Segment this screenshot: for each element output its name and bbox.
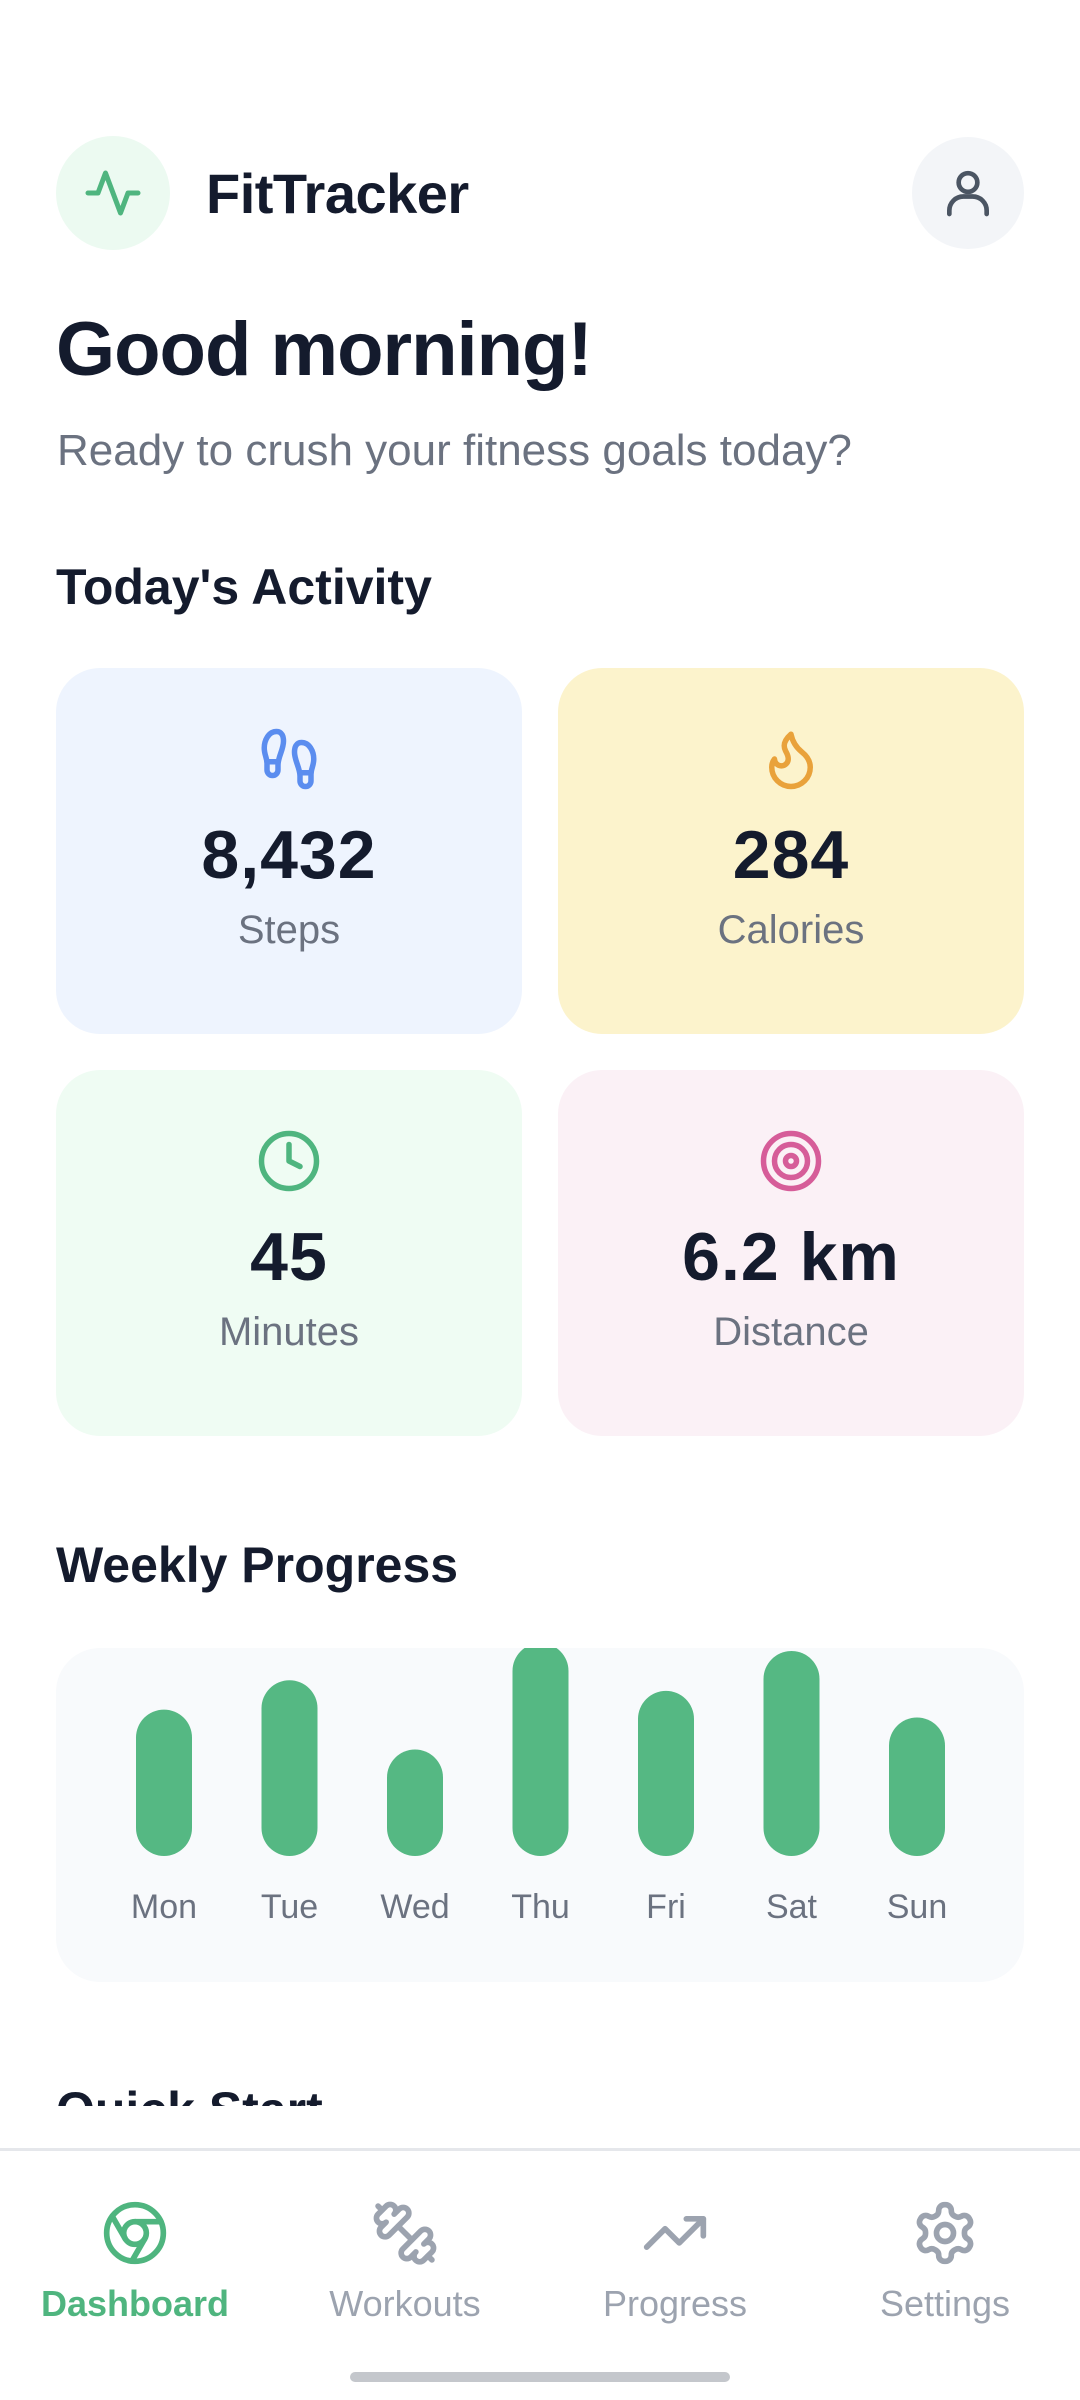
minutes-label: Minutes [218, 1310, 360, 1354]
distance-label: Distance [713, 1310, 869, 1354]
clock-icon [254, 1126, 324, 1196]
bottom-nav: Dashboard Workouts Progress Settings [0, 2148, 1080, 2400]
greeting-title: Good morning! [56, 307, 593, 392]
activity-section-title: Today's Activity [56, 559, 432, 615]
day-label-thu: Thu [511, 1888, 570, 1926]
nav-label-progress: Progress [602, 2283, 748, 2324]
user-icon [947, 170, 989, 217]
footprints-icon [254, 724, 324, 794]
flame-icon [756, 724, 826, 794]
steps-value: 8,432 [201, 817, 377, 893]
app-title: FitTracker [206, 161, 469, 225]
quick-start-clip: Quick Start [56, 2070, 656, 2106]
nav-label-workouts: Workouts [329, 2283, 481, 2324]
bar-thu [512, 1648, 569, 1856]
bar-mon [136, 1709, 192, 1856]
bar-sun [889, 1717, 945, 1856]
gear-icon [909, 2197, 981, 2269]
nav-dashboard[interactable]: Dashboard [0, 2197, 270, 2325]
brand: FitTracker [56, 136, 469, 250]
nav-progress[interactable]: Progress [540, 2197, 810, 2325]
day-label-mon: Mon [131, 1888, 197, 1926]
dashboard-chrome-icon [99, 2197, 171, 2269]
activity-pulse-icon [85, 170, 141, 216]
weekly-chart-svg: Mon Tue Wed Thu Fri Sat Sun [131, 1648, 948, 1926]
steps-label: Steps [237, 908, 341, 952]
calories-card[interactable]: 284 Calories [558, 668, 1024, 1034]
calories-label: Calories [717, 908, 865, 952]
day-label-wed: Wed [380, 1888, 449, 1926]
distance-value: 6.2 km [682, 1219, 900, 1295]
day-label-sat: Sat [766, 1888, 818, 1926]
bar-wed [387, 1749, 443, 1856]
minutes-value: 45 [250, 1219, 328, 1295]
nav-settings[interactable]: Settings [810, 2197, 1080, 2325]
dumbbell-icon [369, 2197, 441, 2269]
day-label-tue: Tue [261, 1888, 318, 1926]
bar-sat [763, 1650, 820, 1856]
screen: FitTracker Good morning! Ready to crush … [0, 0, 1080, 2400]
app-logo [56, 136, 170, 250]
weekly-section-title: Weekly Progress [56, 1537, 459, 1593]
nav-label-settings: Settings [879, 2283, 1011, 2324]
nav-workouts[interactable]: Workouts [270, 2197, 540, 2325]
distance-card[interactable]: 6.2 km Distance [558, 1070, 1024, 1436]
trending-up-icon [639, 2197, 711, 2269]
calories-value: 284 [732, 817, 850, 893]
target-icon [756, 1126, 826, 1196]
nav-label-dashboard: Dashboard [40, 2283, 230, 2324]
minutes-card[interactable]: 45 Minutes [56, 1070, 522, 1436]
home-indicator[interactable] [350, 2372, 730, 2382]
profile-button[interactable] [912, 137, 1024, 249]
greeting-subtitle: Ready to crush your fitness goals today? [57, 426, 852, 475]
day-label-fri: Fri [646, 1888, 686, 1926]
steps-card[interactable]: 8,432 Steps [56, 668, 522, 1034]
bar-fri [638, 1690, 694, 1856]
day-label-sun: Sun [887, 1888, 948, 1926]
bar-tue [261, 1680, 318, 1856]
quick-start-title: Quick Start [56, 2070, 656, 2106]
app-header: FitTracker [56, 136, 1024, 250]
weekly-progress-chart: Mon Tue Wed Thu Fri Sat Sun [56, 1648, 1024, 1982]
